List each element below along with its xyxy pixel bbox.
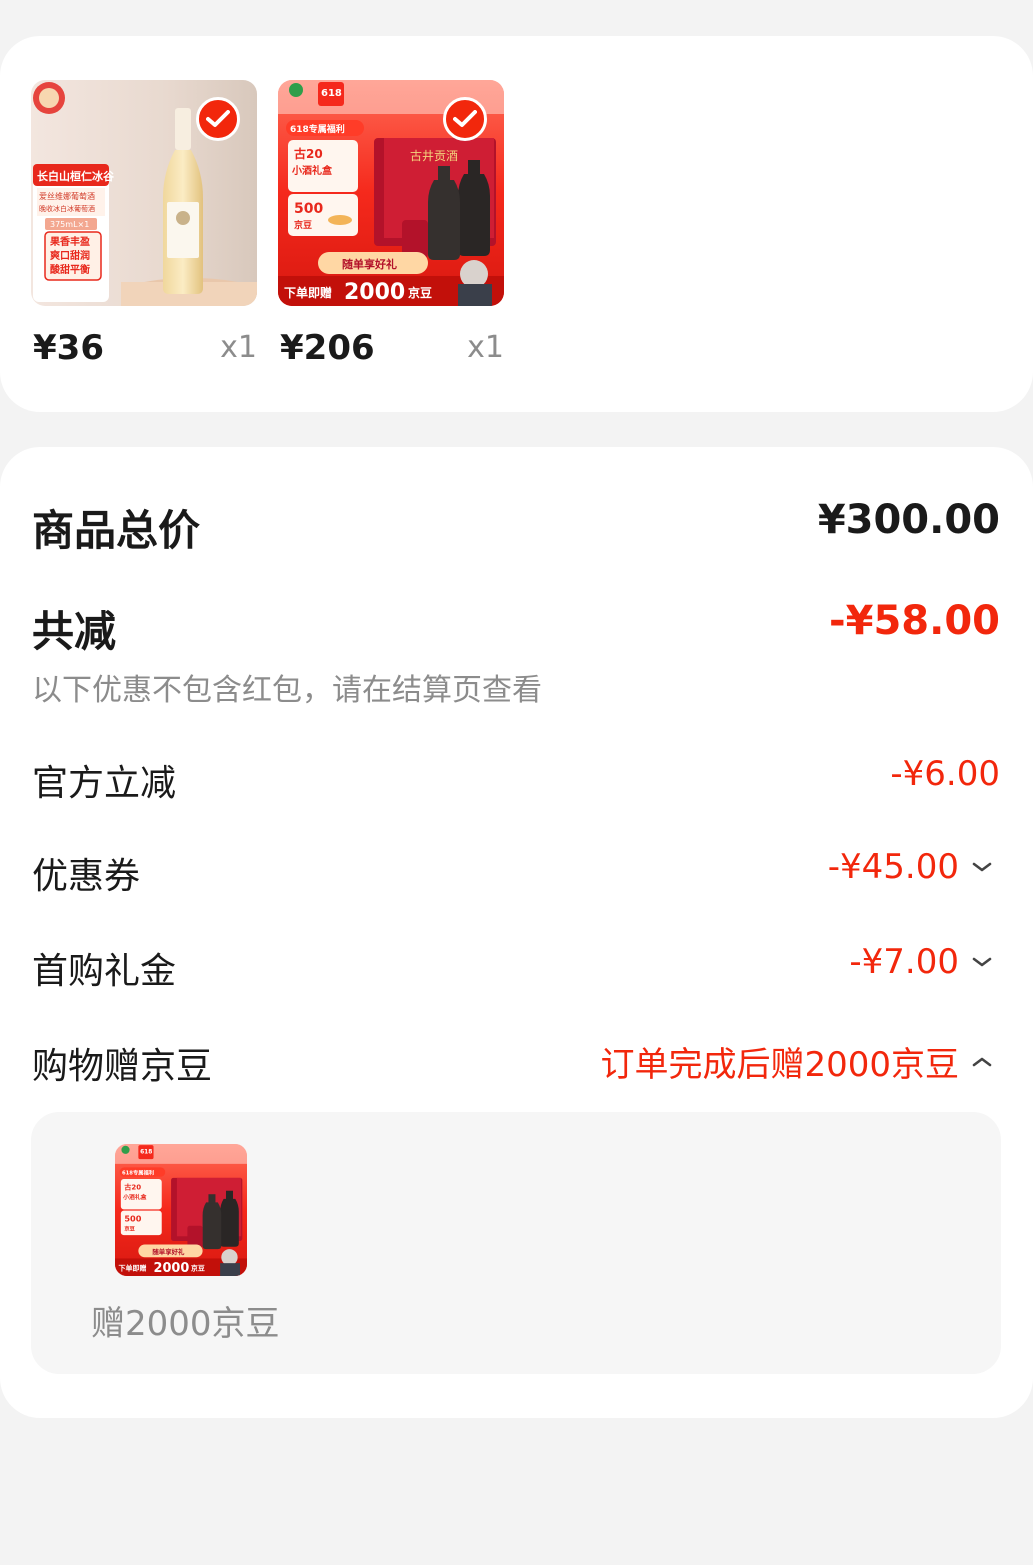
- first-purchase-gift-label: 首购礼金: [32, 951, 177, 992]
- total-price-value: ¥300.00: [817, 497, 1000, 543]
- product-image-text: 500: [294, 201, 323, 217]
- liquor-gift-box-image: 618 618专属福利 古20 小酒礼盒 500 京豆 随单享好礼 下单即赠 2…: [115, 1144, 247, 1276]
- selected-products-card: 长白山桓仁冰谷 爱丝维娜葡萄酒 晚收冰白冰葡萄酒 375mL×1 果香丰盈 爽口…: [0, 36, 1033, 412]
- product-image-text: 酸甜平衡: [50, 263, 90, 276]
- chevron-down-icon[interactable]: [971, 860, 993, 874]
- product-image-text: 随单享好礼: [342, 257, 397, 271]
- coupon-row[interactable]: -¥45.00: [828, 847, 993, 887]
- jd-beans-reward-text: 订单完成后赠2000京豆: [600, 1045, 959, 1085]
- product-quantity: x1: [467, 330, 504, 365]
- gift-image-text: 618: [140, 1149, 152, 1155]
- gift-image-text: 下单即赠: [119, 1264, 147, 1273]
- product-image-text: 古井贡酒: [410, 148, 458, 163]
- product-image-text: 618专属福利: [290, 123, 345, 135]
- product-image-text: 爽口甜润: [50, 249, 90, 262]
- product-image-text: 小酒礼盒: [291, 164, 333, 177]
- total-price-label: 商品总价: [32, 506, 201, 555]
- product-image-text: 下单即赠: [284, 285, 332, 300]
- product-image-text: 晚收冰白冰葡萄酒: [39, 204, 95, 213]
- coupon-amount: -¥45.00: [827, 847, 959, 887]
- gift-caption: 赠2000京豆: [91, 1304, 280, 1344]
- total-discount-value: -¥58.00: [829, 598, 1000, 644]
- price-summary-card: 商品总价 ¥300.00 共减 -¥58.00 以下优惠不包含红包，请在结算页查…: [0, 447, 1033, 1418]
- product-image-text: 京豆: [408, 285, 432, 300]
- chevron-up-icon[interactable]: [971, 1055, 993, 1069]
- first-purchase-gift-row[interactable]: -¥7.00: [849, 942, 993, 982]
- product-image-text: 375mL×1: [50, 220, 89, 229]
- selected-check-icon[interactable]: [443, 97, 487, 141]
- total-discount-label: 共减: [32, 607, 117, 656]
- gift-image-text: 古20: [124, 1183, 141, 1192]
- product-image-ice-wine[interactable]: 长白山桓仁冰谷 爱丝维娜葡萄酒 晚收冰白冰葡萄酒 375mL×1 果香丰盈 爽口…: [31, 80, 257, 306]
- product-image-text: 2000: [344, 280, 405, 305]
- jd-beans-reward-row[interactable]: 订单完成后赠2000京豆: [600, 1037, 993, 1086]
- product-image-text: 古20: [294, 146, 323, 161]
- gift-product-image[interactable]: 618 618专属福利 古20 小酒礼盒 500 京豆 随单享好礼 下单即赠 2…: [115, 1144, 247, 1276]
- gift-image-text: 2000: [154, 1261, 190, 1276]
- chevron-down-icon[interactable]: [971, 955, 993, 969]
- official-discount-value: -¥6.00: [890, 754, 1000, 794]
- jd-beans-reward-label: 购物赠京豆: [32, 1046, 213, 1087]
- official-discount-label: 官方立减: [32, 763, 177, 804]
- product-image-text: 爱丝维娜葡萄酒: [39, 191, 95, 201]
- product-price: ¥206: [280, 328, 375, 368]
- first-purchase-gift-amount: -¥7.00: [849, 942, 959, 982]
- product-price: ¥36: [33, 328, 104, 368]
- product-image-liquor-gift-box[interactable]: 618 618专属福利 古20 小酒礼盒 500 京豆 古井贡酒 随单享好礼 下…: [278, 80, 504, 306]
- official-discount-amount: -¥6.00: [890, 754, 1000, 794]
- product-quantity: x1: [220, 330, 257, 365]
- product-image-text: 京豆: [294, 219, 312, 231]
- coupon-label: 优惠券: [32, 856, 141, 897]
- product-image-text: 果香丰盈: [49, 235, 90, 248]
- discount-note: 以下优惠不包含红包，请在结算页查看: [32, 673, 542, 708]
- selected-check-icon[interactable]: [196, 97, 240, 141]
- product-image-text: 长白山桓仁冰谷: [37, 169, 115, 183]
- gift-image-text: 随单享好礼: [152, 1247, 185, 1256]
- jd-beans-gift-panel: 618 618专属福利 古20 小酒礼盒 500 京豆 随单享好礼 下单即赠 2…: [31, 1112, 1001, 1374]
- product-image-text: 618: [321, 88, 342, 99]
- gift-image-text: 500: [124, 1214, 141, 1224]
- gift-image-text: 京豆: [191, 1264, 205, 1273]
